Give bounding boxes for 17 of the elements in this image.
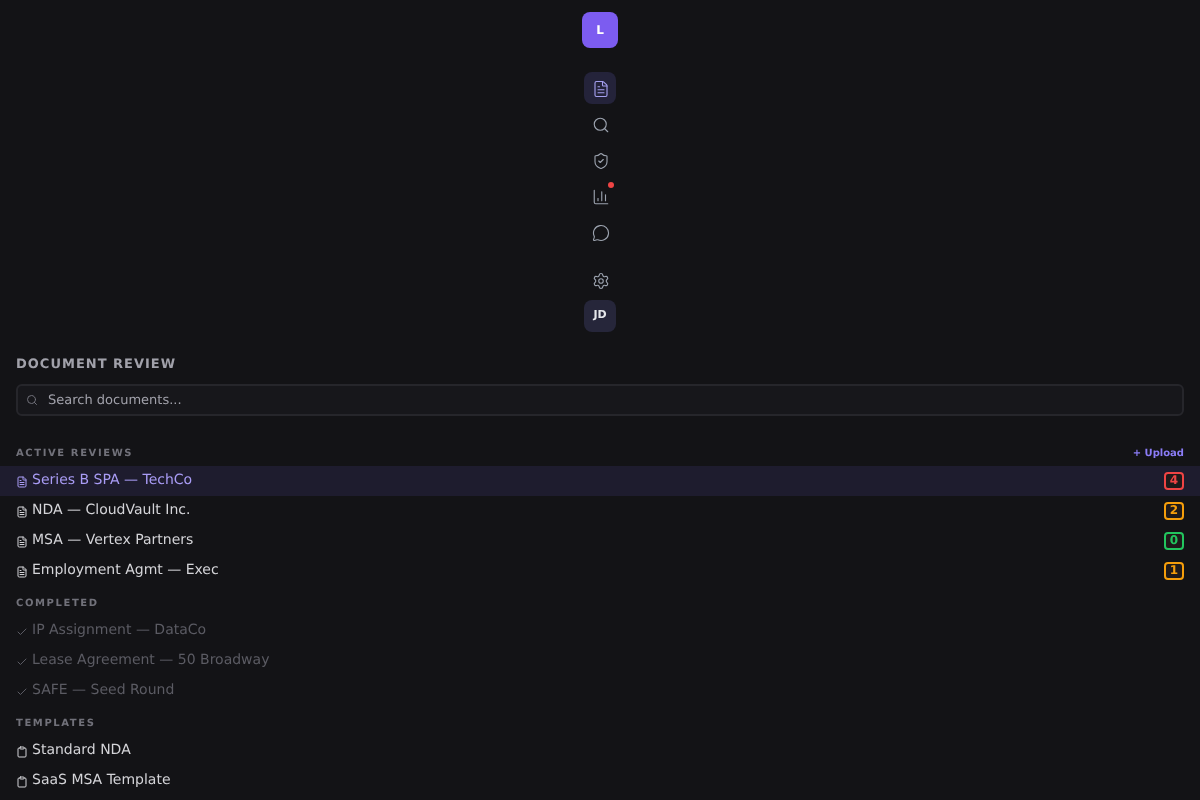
document-icon [16,505,28,517]
shield-icon [591,151,609,169]
search-icon [591,115,609,133]
document-icon [16,565,28,577]
check-icon [16,685,28,697]
document-icon [591,79,609,97]
search-icon [26,394,38,406]
clipboard-icon [16,745,28,757]
document-icon [16,535,28,547]
bar-chart-icon [591,187,609,205]
clipboard-icon [16,775,28,787]
check-icon [16,655,28,667]
settings-icon [591,271,609,289]
check-icon [16,625,28,637]
nav-button[interactable] [584,72,616,104]
chat-icon [591,223,609,241]
document-icon [16,475,28,487]
